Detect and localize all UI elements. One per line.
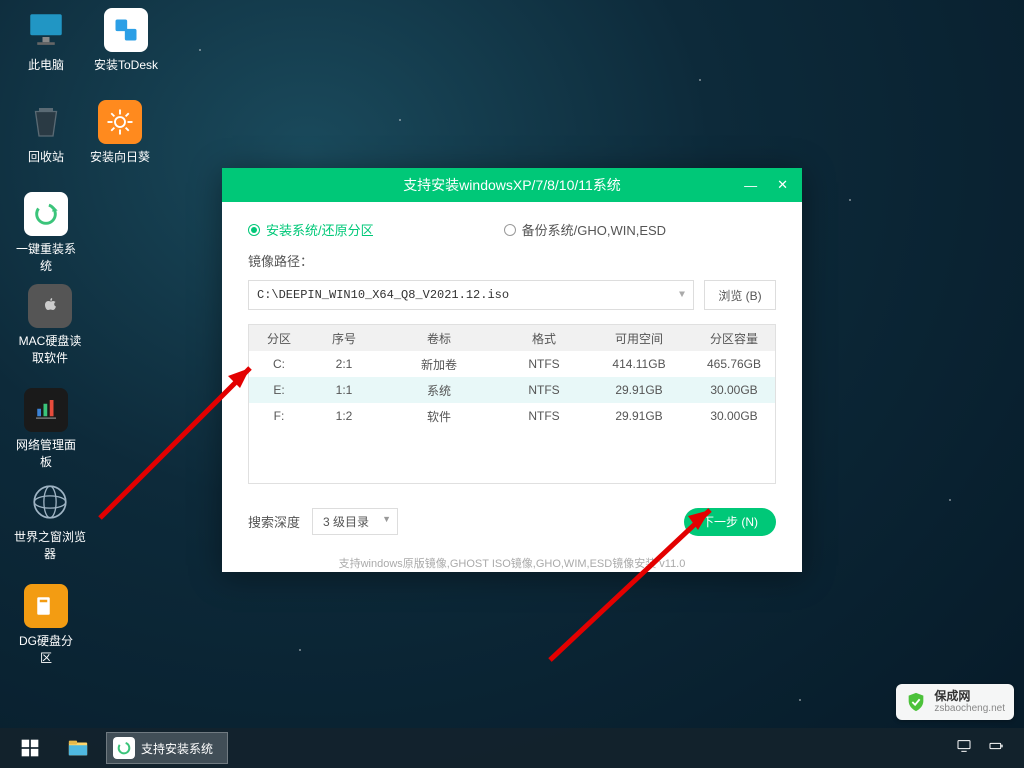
hdr-fmt: 格式 (499, 330, 589, 347)
desktop-icon-todesk[interactable]: 安装ToDesk (88, 8, 164, 73)
image-path-value: C:\DEEPIN_WIN10_X64_Q8_V2021.12.iso (257, 288, 509, 302)
image-path-label: 镜像路径： (222, 251, 802, 276)
install-dialog: 支持安装windowsXP/7/8/10/11系统 — ✕ 安装系统/还原分区 … (222, 168, 802, 572)
hdr-vol: 卷标 (379, 330, 499, 347)
start-button[interactable] (6, 728, 54, 768)
dialog-title-bar: 支持安装windowsXP/7/8/10/11系统 — ✕ (222, 168, 802, 202)
watermark-url: zsbaocheng.net (934, 703, 1005, 715)
desktop-icon-browser[interactable]: 世界之窗浏览器 (14, 480, 86, 562)
desktop-icon-label: 世界之窗浏览器 (14, 528, 86, 562)
radio-label: 安装系统/还原分区 (266, 220, 374, 239)
desktop-icon-label: 此电脑 (28, 56, 64, 73)
desktop-icon-network-panel[interactable]: 网络管理面板 (14, 388, 78, 470)
search-depth-value: 3 级目录 (323, 515, 369, 529)
cell: 29.91GB (589, 383, 689, 397)
cell: 30.00GB (689, 383, 779, 397)
desktop-icon-label: DG硬盘分区 (14, 632, 78, 666)
cell: 软件 (379, 408, 499, 425)
radio-dot-icon (504, 224, 516, 236)
cell: 1:2 (309, 409, 379, 423)
dg-icon (24, 584, 68, 628)
desktop-icon-this-pc[interactable]: 此电脑 (14, 8, 78, 73)
dialog-footer-text: 支持windows原版镜像,GHOST ISO镜像,GHO,WIM,ESD镜像安… (222, 535, 802, 571)
desktop-icon-sunflower[interactable]: 安装向日葵 (88, 100, 152, 165)
sunflower-icon (98, 100, 142, 144)
hdr-free: 可用空间 (589, 330, 689, 347)
desktop-icon-mac-disk[interactable]: MAC硬盘读取软件 (14, 284, 86, 366)
partition-table: 分区 序号 卷标 格式 可用空间 分区容量 C: 2:1 新加卷 NTFS 41… (248, 324, 776, 484)
desktop-icon-recycle-bin[interactable]: 回收站 (14, 100, 78, 165)
desktop-icon-label: MAC硬盘读取软件 (14, 332, 86, 366)
image-path-dropdown[interactable]: C:\DEEPIN_WIN10_X64_Q8_V2021.12.iso ▼ (248, 280, 694, 310)
cell: 系统 (379, 382, 499, 399)
cell: NTFS (499, 357, 589, 371)
browse-button[interactable]: 浏览 (B) (704, 280, 776, 310)
cell: 414.11GB (589, 357, 689, 371)
cell: NTFS (499, 383, 589, 397)
next-button[interactable]: 下一步 (N) (684, 508, 776, 536)
desktop-icon-reinstall[interactable]: 一键重装系统 (14, 192, 78, 274)
search-depth-dropdown[interactable]: 3 级目录 (312, 508, 398, 535)
cell: 465.76GB (689, 357, 779, 371)
cell: E: (249, 383, 309, 397)
cell: NTFS (499, 409, 589, 423)
desktop-icon-dg-disk[interactable]: DG硬盘分区 (14, 584, 78, 666)
taskbar-explorer-icon[interactable] (54, 728, 102, 768)
radio-backup[interactable]: 备份系统/GHO,WIN,ESD (504, 220, 666, 239)
dialog-title-text: 支持安装windowsXP/7/8/10/11系统 (403, 175, 621, 195)
chevron-down-icon: ▼ (679, 290, 685, 301)
table-header: 分区 序号 卷标 格式 可用空间 分区容量 (249, 325, 775, 351)
minimize-button[interactable]: — (738, 176, 763, 195)
close-button[interactable]: ✕ (771, 175, 794, 195)
table-row[interactable]: E: 1:1 系统 NTFS 29.91GB 30.00GB (249, 377, 775, 403)
app-icon (113, 737, 135, 759)
cell: 1:1 (309, 383, 379, 397)
cell: F: (249, 409, 309, 423)
cell: C: (249, 357, 309, 371)
apple-icon (28, 284, 72, 328)
desktop-icon-label: 回收站 (28, 148, 64, 165)
tray-battery-icon[interactable] (988, 738, 1004, 759)
desktop-icon-label: 安装ToDesk (94, 56, 158, 73)
cell: 29.91GB (589, 409, 689, 423)
search-depth-label: 搜索深度 (248, 512, 300, 531)
taskbar: 支持安装系统 (0, 728, 1024, 768)
hdr-seq: 序号 (309, 330, 379, 347)
reinstall-icon (24, 192, 68, 236)
globe-icon (28, 480, 72, 524)
table-row[interactable]: F: 1:2 软件 NTFS 29.91GB 30.00GB (249, 403, 775, 429)
radio-label: 备份系统/GHO,WIN,ESD (522, 220, 666, 239)
cell: 30.00GB (689, 409, 779, 423)
cell: 2:1 (309, 357, 379, 371)
shield-icon (905, 691, 927, 713)
radio-install-restore[interactable]: 安装系统/还原分区 (248, 220, 374, 239)
network-icon (24, 388, 68, 432)
taskbar-running-app[interactable]: 支持安装系统 (106, 732, 228, 764)
tray-monitor-icon[interactable] (956, 738, 972, 759)
site-watermark: 保成网 zsbaocheng.net (896, 684, 1014, 720)
table-empty-area (249, 429, 775, 483)
pc-icon (24, 8, 68, 52)
hdr-part: 分区 (249, 330, 309, 347)
hdr-cap: 分区容量 (689, 330, 779, 347)
watermark-title: 保成网 (934, 689, 1005, 703)
desktop-icon-label: 网络管理面板 (14, 436, 78, 470)
todesk-icon (104, 8, 148, 52)
cell: 新加卷 (379, 356, 499, 373)
desktop-icon-label: 一键重装系统 (14, 240, 78, 274)
desktop-icon-label: 安装向日葵 (90, 148, 150, 165)
bin-icon (24, 100, 68, 144)
table-row[interactable]: C: 2:1 新加卷 NTFS 414.11GB 465.76GB (249, 351, 775, 377)
radio-dot-icon (248, 224, 260, 236)
running-app-label: 支持安装系统 (141, 740, 213, 757)
